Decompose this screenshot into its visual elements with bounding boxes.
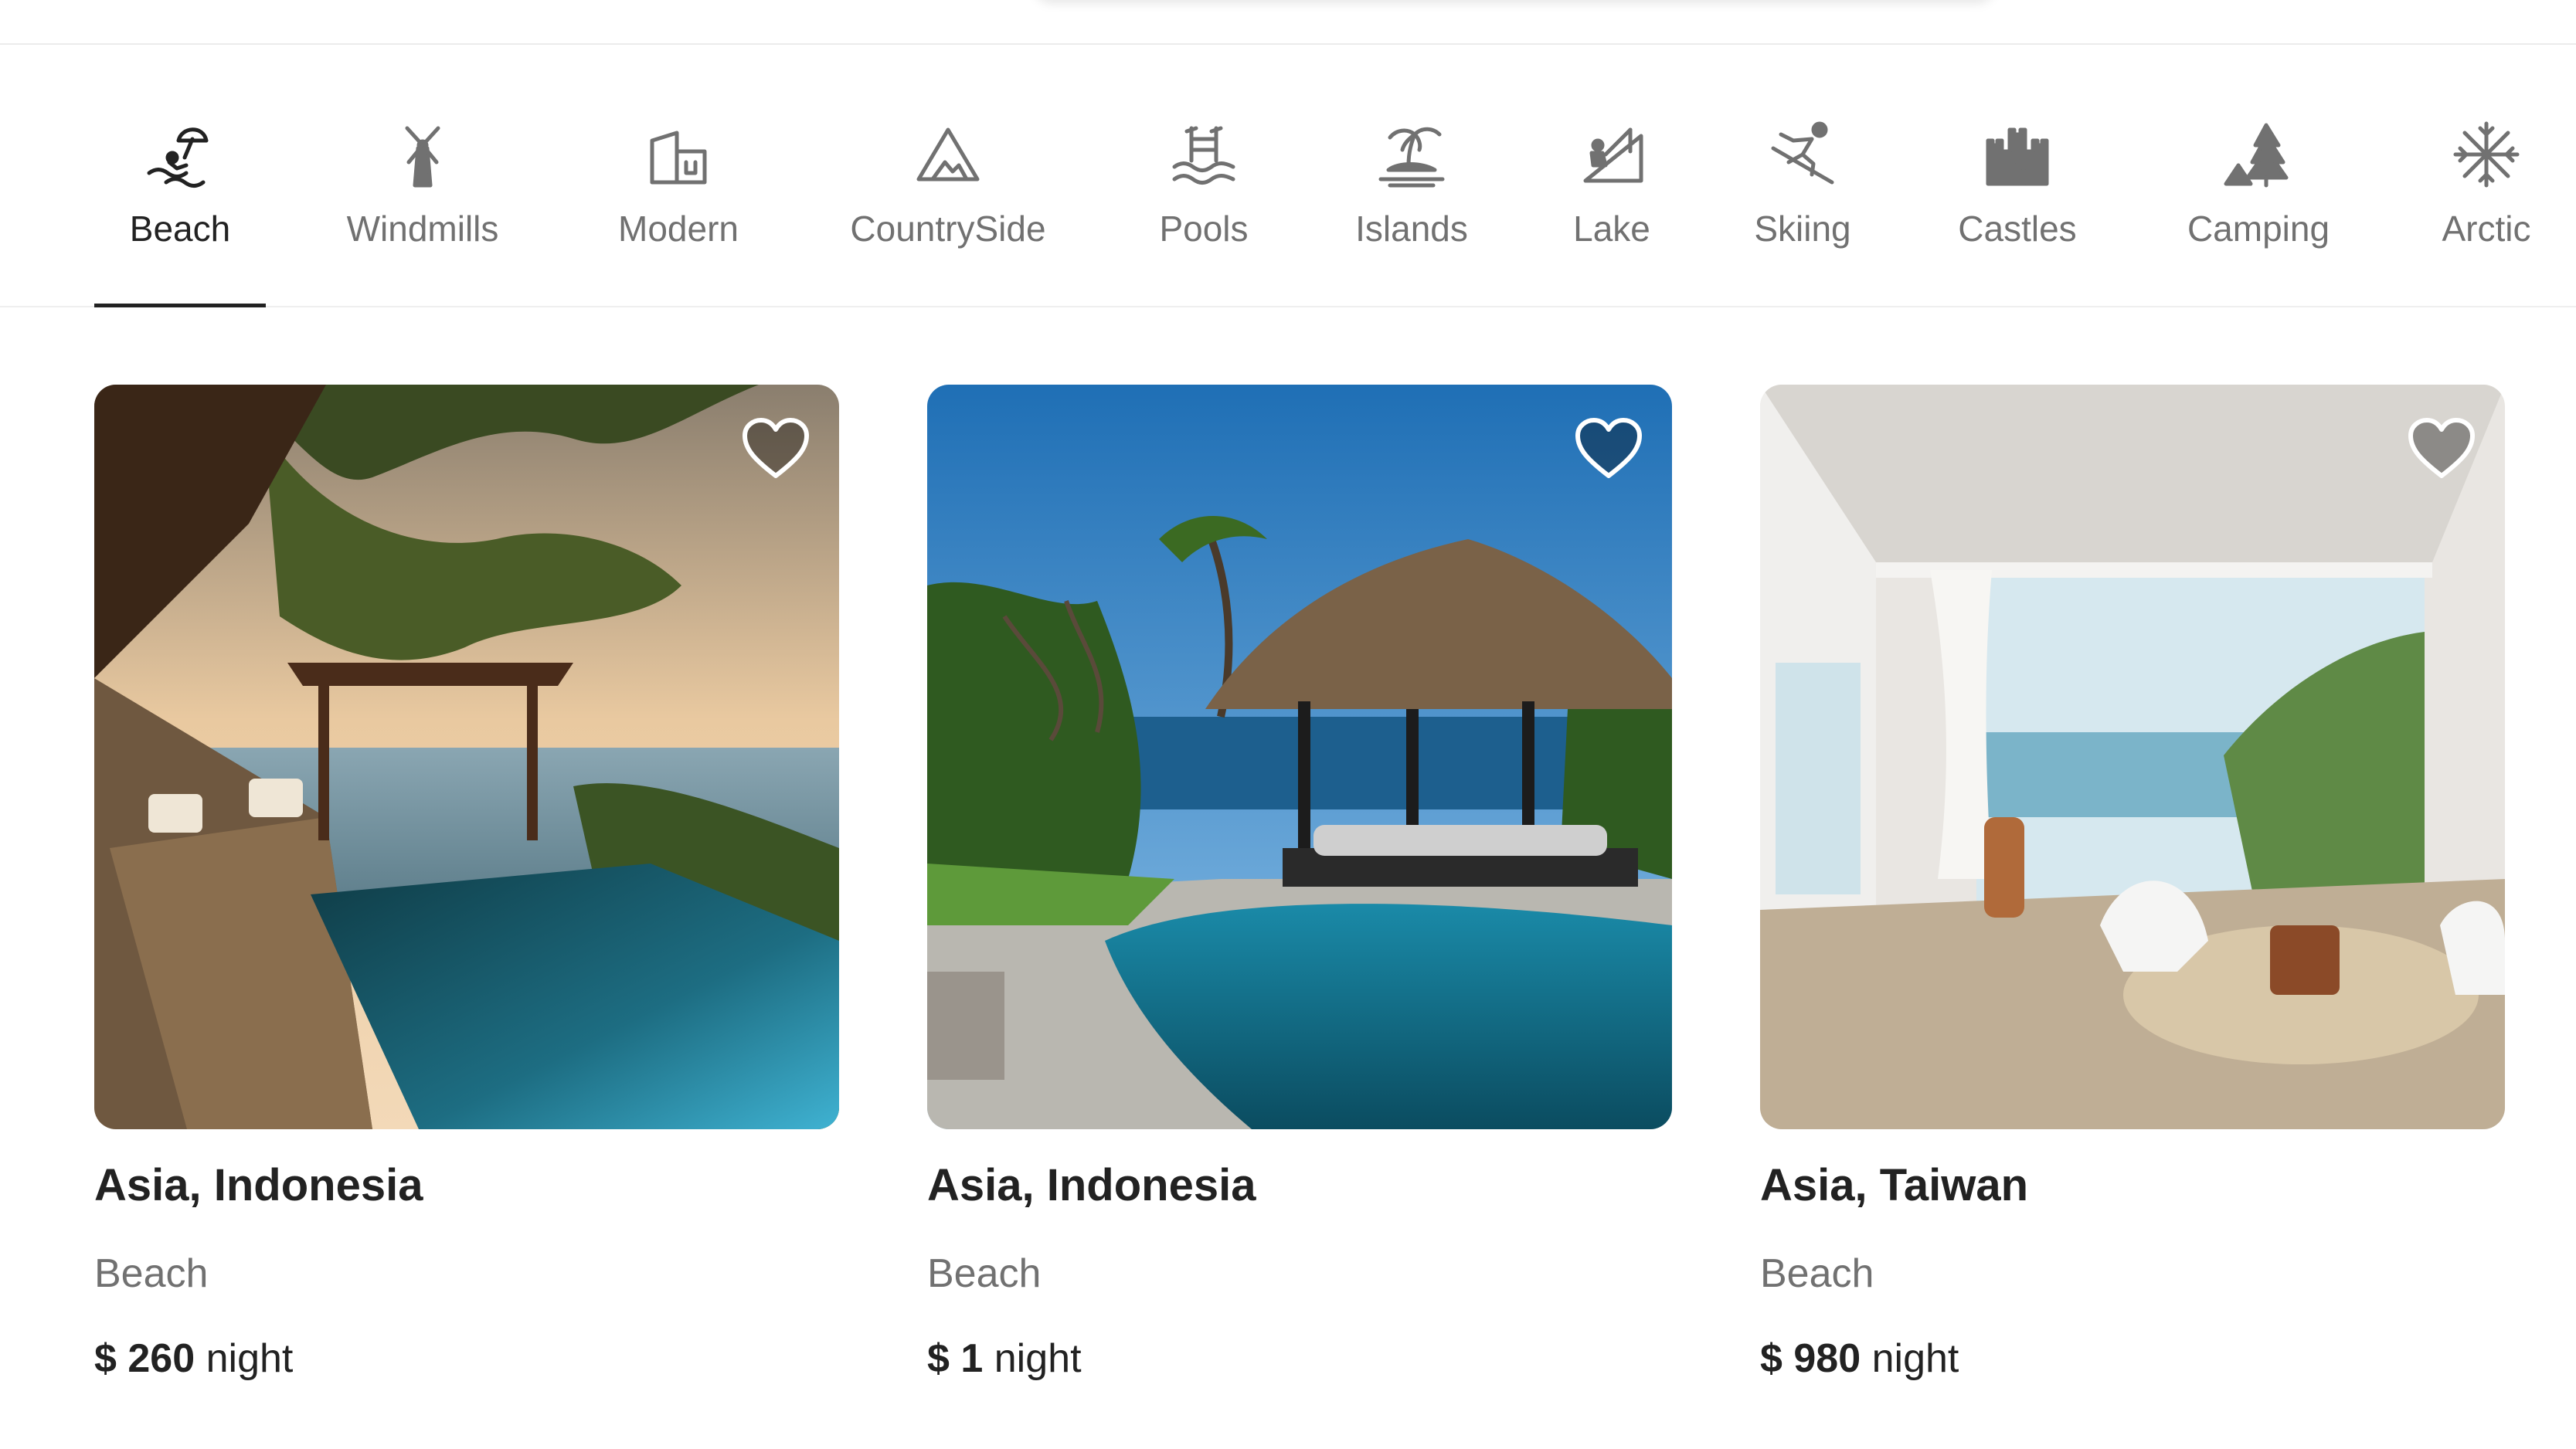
listing-card[interactable]: Asia, Taiwan Beach $ 980 night bbox=[1760, 385, 2505, 1383]
island-palm-icon bbox=[1375, 117, 1449, 192]
category-label: Islands bbox=[1355, 209, 1468, 249]
category-label: Skiing bbox=[1754, 209, 1851, 249]
category-camping[interactable]: Camping bbox=[2179, 46, 2338, 307]
listing-card[interactable]: Asia, Indonesia Beach $ 1 night bbox=[927, 385, 1672, 1383]
listing-photo[interactable] bbox=[94, 385, 839, 1129]
listing-card[interactable]: Asia, Indonesia Beach $ 260 night bbox=[94, 385, 839, 1383]
category-label: Windmills bbox=[346, 209, 499, 249]
listing-category: Beach bbox=[94, 1251, 209, 1296]
price-amount: 980 bbox=[1793, 1336, 1861, 1381]
price-unit: night bbox=[206, 1336, 294, 1381]
windmill-icon bbox=[386, 117, 460, 192]
category-modern[interactable]: Modern bbox=[607, 46, 749, 307]
category-label: Camping bbox=[2187, 209, 2330, 249]
pool-ladder-icon bbox=[1167, 117, 1241, 192]
listing-category: Beach bbox=[927, 1251, 1042, 1296]
beach-umbrella-icon bbox=[143, 117, 217, 192]
top-navbar bbox=[0, 0, 2576, 45]
category-pools[interactable]: Pools bbox=[1150, 46, 1258, 307]
modern-building-icon bbox=[641, 117, 715, 192]
listing-photo[interactable] bbox=[1760, 385, 2505, 1129]
listings-page: Beach Windmills Modern CountrySide Pools… bbox=[0, 0, 2576, 1449]
heart-icon[interactable] bbox=[740, 416, 811, 482]
skier-icon bbox=[1765, 117, 1840, 192]
category-castles[interactable]: Castles bbox=[1952, 46, 2083, 307]
price-unit: night bbox=[994, 1336, 1082, 1381]
category-countryside[interactable]: CountrySide bbox=[841, 46, 1055, 307]
category-bar: Beach Windmills Modern CountrySide Pools… bbox=[0, 46, 2576, 307]
listing-photo[interactable] bbox=[927, 385, 1672, 1129]
category-label: Beach bbox=[129, 209, 231, 249]
tent-tree-icon bbox=[2221, 117, 2296, 192]
listing-category: Beach bbox=[1760, 1251, 1874, 1296]
heart-icon[interactable] bbox=[2406, 416, 2477, 482]
category-label: Modern bbox=[618, 209, 739, 249]
category-label: Lake bbox=[1573, 209, 1650, 249]
category-label: Castles bbox=[1958, 209, 2077, 249]
price-unit: night bbox=[1871, 1336, 1959, 1381]
price-currency: $ bbox=[1760, 1336, 1782, 1381]
listing-price: $ 980 night bbox=[1760, 1335, 2505, 1383]
castle-icon bbox=[1980, 117, 2054, 192]
listing-location: Asia, Indonesia bbox=[927, 1160, 1256, 1210]
category-arctic[interactable]: Arctic bbox=[2434, 46, 2539, 307]
category-label: Pools bbox=[1159, 209, 1249, 249]
category-skiing[interactable]: Skiing bbox=[1748, 46, 1857, 307]
price-currency: $ bbox=[94, 1336, 117, 1381]
lake-fishing-icon bbox=[1575, 117, 1649, 192]
listing-price: $ 260 night bbox=[94, 1335, 839, 1383]
listing-location: Asia, Indonesia bbox=[94, 1160, 423, 1210]
category-beach[interactable]: Beach bbox=[94, 46, 266, 307]
category-windmills[interactable]: Windmills bbox=[332, 46, 513, 307]
category-label: Arctic bbox=[2442, 209, 2531, 249]
price-amount: 1 bbox=[960, 1336, 984, 1381]
listing-location: Asia, Taiwan bbox=[1760, 1160, 2029, 1210]
category-islands[interactable]: Islands bbox=[1347, 46, 1476, 307]
category-lake[interactable]: Lake bbox=[1570, 46, 1653, 307]
snowflake-icon bbox=[2449, 117, 2523, 192]
category-label: CountrySide bbox=[850, 209, 1046, 249]
heart-icon[interactable] bbox=[1573, 416, 1644, 482]
listing-price: $ 1 night bbox=[927, 1335, 1672, 1383]
price-amount: 260 bbox=[127, 1336, 195, 1381]
mountain-icon bbox=[911, 117, 985, 192]
price-currency: $ bbox=[927, 1336, 950, 1381]
